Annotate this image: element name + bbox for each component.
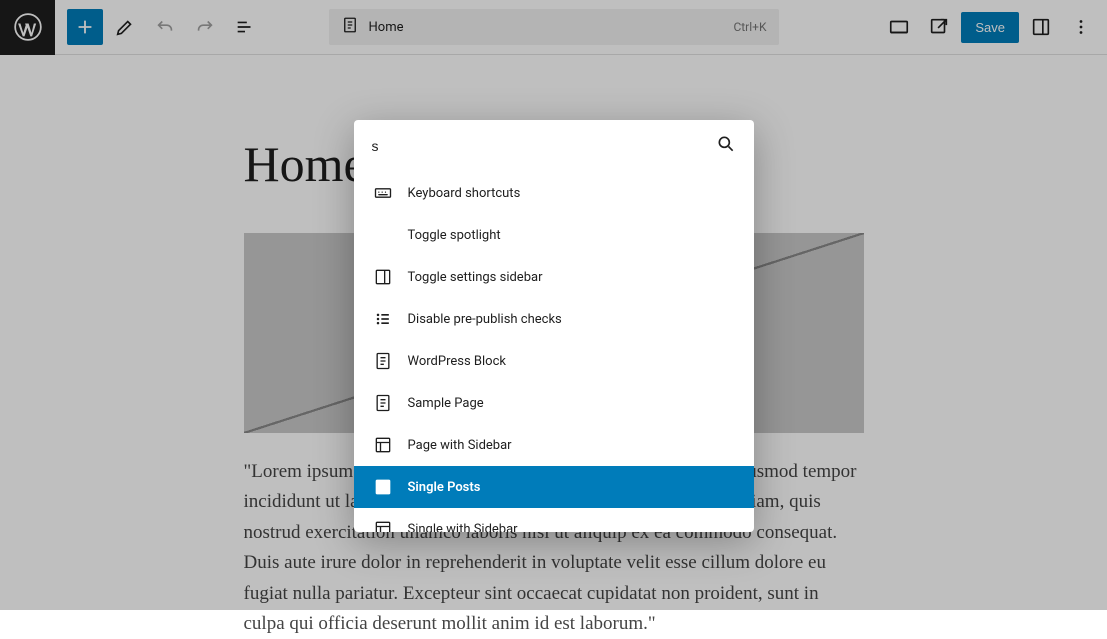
command-palette: Keyboard shortcuts Toggle spotlight Toggle…: [354, 120, 754, 532]
command-item[interactable]: Single Posts: [354, 466, 754, 508]
command-item-label: Single with Sidebar: [408, 522, 518, 533]
command-search-input[interactable]: [372, 138, 706, 154]
layout-icon: [372, 476, 394, 498]
command-search-row: [354, 120, 754, 172]
page-icon: [372, 350, 394, 372]
page-icon: [372, 392, 394, 414]
command-item[interactable]: Sample Page: [354, 382, 754, 424]
keyboard-icon: [372, 182, 394, 204]
command-item[interactable]: Disable pre-publish checks: [354, 298, 754, 340]
search-icon: [716, 134, 736, 158]
command-item[interactable]: Single with Sidebar: [354, 508, 754, 532]
command-item[interactable]: Keyboard shortcuts: [354, 172, 754, 214]
sidebar-icon: [372, 266, 394, 288]
command-item-label: Disable pre-publish checks: [408, 312, 562, 327]
layout-icon: [372, 434, 394, 456]
command-item-label: Keyboard shortcuts: [408, 186, 521, 201]
command-list[interactable]: Keyboard shortcuts Toggle spotlight Toggle…: [354, 172, 754, 532]
command-item[interactable]: Toggle spotlight: [354, 214, 754, 256]
command-item-label: WordPress Block: [408, 354, 506, 369]
command-item[interactable]: Page with Sidebar: [354, 424, 754, 466]
command-item[interactable]: Toggle settings sidebar: [354, 256, 754, 298]
checklist-icon: [372, 308, 394, 330]
command-item-label: Single Posts: [408, 480, 481, 495]
command-item-label: Toggle spotlight: [408, 228, 501, 243]
command-item-label: Page with Sidebar: [408, 438, 512, 453]
blank-icon: [372, 224, 394, 246]
command-item[interactable]: WordPress Block: [354, 340, 754, 382]
command-item-label: Sample Page: [408, 396, 484, 411]
command-item-label: Toggle settings sidebar: [408, 270, 543, 285]
layout-icon: [372, 518, 394, 532]
